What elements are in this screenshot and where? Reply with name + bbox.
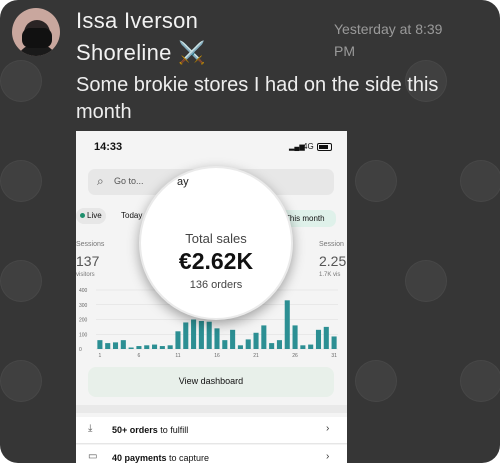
- task-text: to fulfill: [157, 425, 189, 435]
- y-tick-label: 0: [79, 347, 82, 353]
- bar-day-2: [105, 343, 111, 349]
- view-dashboard-label: View dashboard: [178, 376, 244, 386]
- bar-day-12: [183, 322, 189, 349]
- task-row-orders[interactable]: ⤓ 50+ orders to fulfill ›: [76, 417, 347, 444]
- sessions-sub-left: visitors: [76, 272, 95, 278]
- timestamp: Yesterday at 8:39 PM: [334, 21, 443, 59]
- view-dashboard-button[interactable]: View dashboard: [88, 367, 334, 397]
- bar-day-9: [159, 346, 165, 349]
- divider: [76, 405, 347, 413]
- bar-day-17: [222, 340, 228, 349]
- bar-day-1: [97, 340, 103, 349]
- status-time: 14:33: [94, 141, 123, 153]
- bar-day-24: [276, 340, 282, 349]
- bar-day-4: [120, 340, 126, 349]
- bar-day-11: [175, 331, 181, 349]
- y-tick-label: 200: [79, 318, 88, 324]
- bar-day-7: [144, 345, 150, 349]
- x-tick-label: 11: [175, 353, 180, 359]
- x-tick-label: 31: [331, 353, 337, 359]
- bar-day-27: [300, 345, 306, 349]
- bar-day-6: [136, 346, 142, 349]
- y-tick-label: 100: [79, 332, 88, 338]
- filter-today[interactable]: Today: [121, 211, 142, 220]
- filter-live[interactable]: Live: [76, 208, 106, 224]
- task-label: 50+ orders to fulfill: [112, 425, 188, 435]
- card-icon: ▭: [88, 451, 98, 462]
- watermark-icon: [355, 360, 397, 402]
- bar-day-5: [128, 347, 134, 349]
- bar-day-8: [152, 344, 158, 349]
- sessions-label-right: Session: [319, 241, 344, 248]
- bar-day-29: [315, 329, 322, 349]
- watermark-icon: [0, 60, 42, 102]
- chevron-right-icon: ›: [326, 423, 330, 434]
- watermark-icon: [460, 360, 500, 402]
- watermark-icon: [0, 360, 42, 402]
- total-sales-magnifier: ay Total sales €2.62K 136 orders: [139, 166, 293, 320]
- sessions-value-right: 2.25: [319, 253, 347, 269]
- battery-icon: [317, 143, 332, 151]
- sender-name[interactable]: Issa Iverson: [76, 8, 198, 34]
- group-name: Shoreline ⚔️: [76, 40, 206, 65]
- total-sales-label: Total sales: [185, 231, 247, 246]
- filter-this-month-label: This month: [285, 214, 325, 223]
- message-text: Some brokie stores I had on the side thi…: [76, 74, 439, 123]
- sessions-sub-right: 1.7K vis: [319, 272, 341, 278]
- bar-day-31: [331, 336, 337, 349]
- watermark-icon: [0, 260, 42, 302]
- chevron-right-icon: ›: [326, 451, 330, 462]
- x-tick-label: 1: [99, 353, 102, 359]
- search-icon: ⌕: [97, 174, 104, 188]
- x-tick-label: 16: [214, 353, 220, 359]
- chat-message-card: Issa Iverson Shoreline ⚔️ Yesterday at 8…: [0, 0, 500, 463]
- bar-day-3: [112, 342, 119, 349]
- task-count: 40 payments: [112, 453, 167, 463]
- y-tick-label: 400: [79, 288, 88, 294]
- total-sales-orders: 136 orders: [189, 279, 243, 291]
- search-placeholder: Go to...: [114, 176, 144, 186]
- watermark-icon: [460, 160, 500, 202]
- network-label: 4G: [303, 142, 314, 151]
- bar-day-25: [284, 300, 290, 349]
- bar-day-20: [245, 339, 251, 349]
- bar-day-26: [292, 325, 298, 349]
- total-sales-value: €2.62K: [178, 248, 254, 274]
- watermark-icon: [405, 260, 447, 302]
- download-tray-icon: ⤓: [88, 423, 93, 434]
- task-text: to capture: [166, 453, 210, 463]
- avatar[interactable]: [12, 8, 60, 56]
- bar-day-21: [253, 332, 259, 349]
- bar-day-23: [269, 343, 275, 349]
- bar-day-13: [191, 319, 197, 349]
- sessions-value-left: 137: [76, 253, 100, 269]
- task-label: 40 payments to capture: [112, 453, 209, 463]
- bar-day-15: [206, 321, 212, 349]
- x-tick-label: 21: [253, 353, 259, 359]
- bar-day-16: [214, 328, 220, 349]
- sessions-label-left: Sessions: [76, 241, 105, 248]
- bar-day-18: [230, 329, 236, 349]
- x-tick-label: 6: [138, 353, 141, 359]
- lens-peek-text: ay: [177, 176, 189, 188]
- y-tick-label: 300: [79, 303, 88, 309]
- bar-day-30: [323, 326, 329, 349]
- watermark-icon: [0, 160, 42, 202]
- live-dot-icon: [80, 213, 85, 218]
- avatar-mask: [22, 28, 52, 48]
- phone-status-bar: 14:33 ▂▄▆ 4G: [76, 131, 347, 161]
- bar-day-22: [261, 325, 267, 349]
- bar-day-10: [167, 345, 173, 349]
- bar-day-28: [308, 344, 314, 349]
- watermark-icon: [355, 160, 397, 202]
- x-tick-label: 26: [292, 353, 298, 359]
- task-row-payments[interactable]: ▭ 40 payments to capture ›: [76, 445, 347, 463]
- task-count: 50+ orders: [112, 425, 158, 435]
- filter-live-label: Live: [87, 211, 102, 220]
- bar-day-19: [237, 345, 243, 349]
- bar-day-14: [198, 320, 204, 349]
